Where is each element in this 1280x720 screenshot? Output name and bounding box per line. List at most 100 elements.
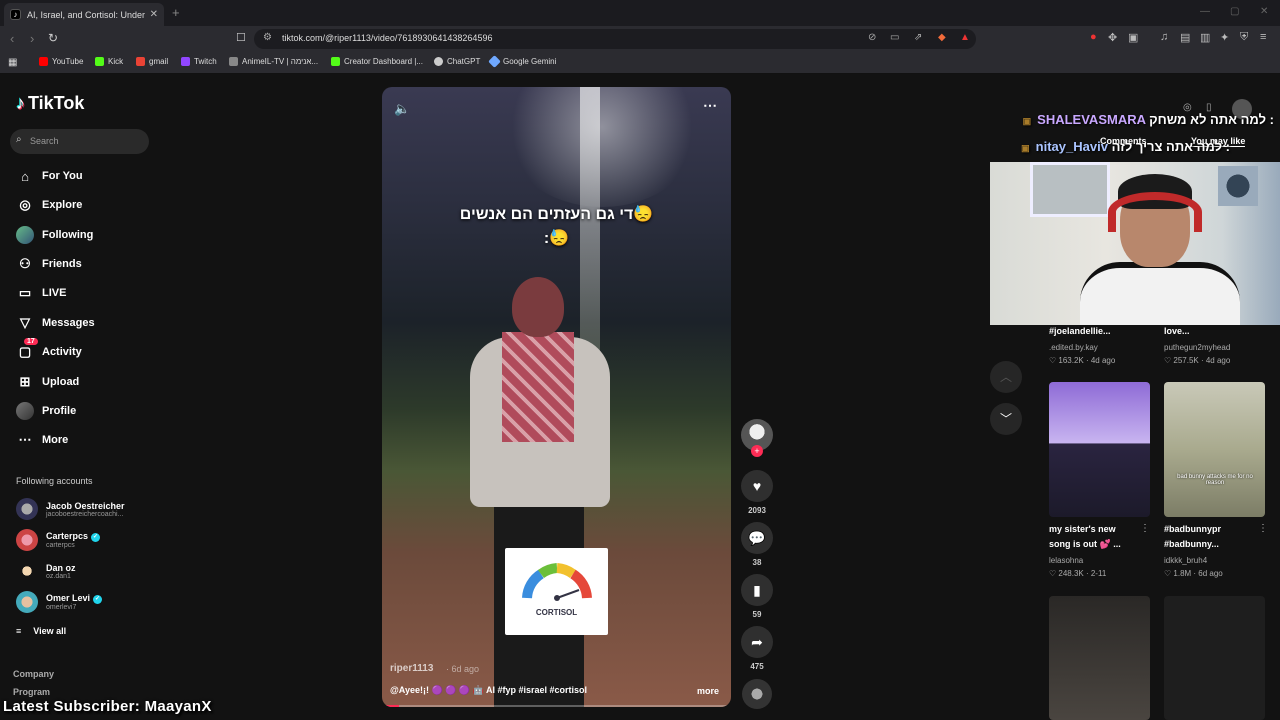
more-button[interactable]: more xyxy=(697,686,719,696)
compass-icon: ◎ xyxy=(19,197,31,212)
sound-disc[interactable] xyxy=(742,679,772,709)
profile-avatar xyxy=(16,402,34,420)
menu-icon[interactable]: ≡ xyxy=(1260,31,1266,43)
sidebar-item-upload[interactable]: ⊞ Upload xyxy=(16,372,80,392)
bookmark-gmail[interactable]: gmail xyxy=(136,57,168,66)
card-stats: ♡ 257.5K · 4d ago xyxy=(1164,356,1231,365)
card-user[interactable]: .edited.by.kay xyxy=(1049,343,1098,352)
sidebar-item-live[interactable]: ▭ LIVE xyxy=(16,283,67,303)
minimize-icon[interactable]: — xyxy=(1200,6,1210,17)
video-thumbnail[interactable] xyxy=(1164,596,1265,720)
bookmark-kick[interactable]: Kick xyxy=(95,57,123,66)
card-title[interactable]: my sister's new song is out 💕 ... xyxy=(1049,522,1159,552)
activity-badge: 17 xyxy=(24,338,38,345)
maximize-icon[interactable]: ▢ xyxy=(1230,6,1239,17)
card-title[interactable]: love... xyxy=(1164,324,1274,339)
leo-ai-icon[interactable]: ✦ xyxy=(1220,31,1229,44)
video-progress-bar[interactable] xyxy=(382,705,731,707)
browser-tab[interactable]: ♪ AI, Israel, and Cortisol: Under ✕ xyxy=(4,3,164,26)
footer-company[interactable]: Company xyxy=(13,669,54,679)
bookmark-twitch[interactable]: Twitch xyxy=(181,57,217,66)
thumbnail-caption: bad bunny attacks me for no reason xyxy=(1177,474,1253,486)
sidebar-icon[interactable]: ▤ xyxy=(1180,31,1190,44)
sidebar-item-activity[interactable]: ▢ 17 Activity xyxy=(16,338,82,362)
follow-plus-icon[interactable]: + xyxy=(751,445,763,457)
site-settings-icon[interactable]: ⚙ xyxy=(263,32,272,43)
record-icon[interactable]: ● xyxy=(1090,31,1097,43)
person-scarf xyxy=(502,332,574,442)
save-button[interactable]: ▮ 59 xyxy=(740,574,774,619)
chat-message: ▣ SHALEVASMARA למה אתה לא משחק : xyxy=(1022,112,1274,127)
previous-video-button[interactable]: ︿ xyxy=(990,361,1022,393)
share-button[interactable]: ➦ 475 xyxy=(740,626,774,671)
following-account-row[interactable]: Dan oz oz.dan1 xyxy=(16,560,76,582)
sidebar-item-messages[interactable]: ▽ Messages xyxy=(16,313,95,333)
wallet-icon[interactable]: ▥ xyxy=(1200,31,1210,44)
tiktok-logo[interactable]: ♪ TikTok xyxy=(16,93,84,114)
close-window-icon[interactable]: ✕ xyxy=(1260,6,1268,17)
new-tab-icon[interactable]: + xyxy=(172,5,180,20)
bookmark-animeil[interactable]: AnimeIL-TV | אנימה... xyxy=(229,57,318,66)
media-icon[interactable]: ♫ xyxy=(1160,31,1168,43)
sidebar-item-for-you[interactable]: ⌂ For You xyxy=(16,166,82,186)
chat-badge-icon: ▣ xyxy=(1021,143,1030,153)
search-icon: ⌕ xyxy=(16,134,22,145)
forward-icon[interactable]: › xyxy=(30,31,34,46)
search-input[interactable]: ⌕ Search xyxy=(10,129,149,154)
card-title[interactable]: #joelandellie... xyxy=(1049,324,1159,339)
video-thumbnail[interactable]: bad bunny attacks me for no reason xyxy=(1164,382,1265,517)
sidebar-item-friends[interactable]: ⚇ Friends xyxy=(16,254,82,274)
video-options-icon[interactable]: ⋯ xyxy=(703,97,717,114)
like-button[interactable]: ♥ 2093 xyxy=(740,470,774,515)
url-text[interactable]: tiktok.com/@riper1113/video/761893064143… xyxy=(282,33,492,43)
share-icon[interactable]: ⇗ xyxy=(914,32,922,43)
screenshot-icon[interactable]: ▣ xyxy=(1128,31,1138,44)
comment-count: 38 xyxy=(752,558,762,567)
view-all-link[interactable]: ≡ View all xyxy=(16,626,66,636)
comment-button[interactable]: 💬 38 xyxy=(740,522,774,567)
bookmark-chatgpt[interactable]: ChatGPT xyxy=(434,57,480,66)
brave-rewards-icon[interactable]: ▲ xyxy=(960,32,970,43)
card-user[interactable]: idkkk_bruh4 xyxy=(1164,556,1207,565)
card-user[interactable]: puthegun2myhead xyxy=(1164,343,1230,352)
video-author[interactable]: riper1113 xyxy=(390,663,433,674)
video-caption-overlay: די גם העזתים הם אנשים😓 :😓 xyxy=(459,206,654,247)
sidebar-item-following[interactable]: Following xyxy=(16,225,93,245)
card-user[interactable]: lelasohna xyxy=(1049,556,1083,565)
close-tab-icon[interactable]: ✕ xyxy=(150,9,158,20)
video-player[interactable]: די גם העזתים הם אנשים😓 :😓 CORTISOL 🔈 ⋯ r… xyxy=(382,87,731,707)
brave-shield-icon[interactable]: ◆ xyxy=(938,32,946,43)
sidebar-item-profile[interactable]: Profile xyxy=(16,401,76,421)
webcam-window xyxy=(1030,162,1110,217)
sidebar-item-explore[interactable]: ◎ Explore xyxy=(16,195,82,215)
following-account-row[interactable]: Carterpcs ✓ carterpcs xyxy=(16,529,101,551)
vpn-icon[interactable]: ⛨ xyxy=(1240,31,1248,44)
video-thumbnail[interactable] xyxy=(1049,596,1150,720)
video-description: @Ayee!¡! 🟣 🟣 🟣 🤖 AI #fyp #israel #cortis… xyxy=(390,685,587,695)
kick-icon xyxy=(331,57,340,66)
video-thumbnail[interactable] xyxy=(1049,382,1150,517)
next-video-button[interactable]: ﹀ xyxy=(990,403,1022,435)
back-icon[interactable]: ‹ xyxy=(10,31,14,46)
sidebar-item-more[interactable]: ⋯ More xyxy=(16,430,69,450)
extensions-icon[interactable]: ✥ xyxy=(1108,31,1117,44)
translate-icon[interactable]: ⊘ xyxy=(868,32,876,43)
bookmark-icon[interactable]: ☐ xyxy=(236,31,246,44)
cast-icon[interactable]: ▭ xyxy=(890,32,899,43)
bookmark-creator-dashboard[interactable]: Creator Dashboard |... xyxy=(331,57,423,66)
bookmark-gemini[interactable]: Google Gemini xyxy=(488,55,556,68)
following-account-row[interactable]: Omer Levi ✓ omerlevi7 xyxy=(16,591,103,613)
twitch-icon xyxy=(181,57,190,66)
animeil-icon xyxy=(229,57,238,66)
bookmark-youtube[interactable]: YouTube xyxy=(39,57,83,66)
address-bar[interactable]: ⚙ tiktok.com/@riper1113/video/7618930641… xyxy=(254,29,976,49)
following-avatar xyxy=(16,226,34,244)
following-account-row[interactable]: Jacob Oestreicher jacoboestreichercoachi.… xyxy=(16,498,125,520)
chevron-down-icon: ﹀ xyxy=(999,412,1012,426)
card-title[interactable]: #badbunnypr #badbunny... xyxy=(1164,522,1274,552)
apps-icon[interactable]: ▦ xyxy=(8,57,17,68)
reload-icon[interactable]: ↻ xyxy=(48,31,58,45)
volume-icon[interactable]: 🔈 xyxy=(394,101,410,117)
footer-program[interactable]: Program xyxy=(13,687,50,697)
avatar xyxy=(16,498,38,520)
